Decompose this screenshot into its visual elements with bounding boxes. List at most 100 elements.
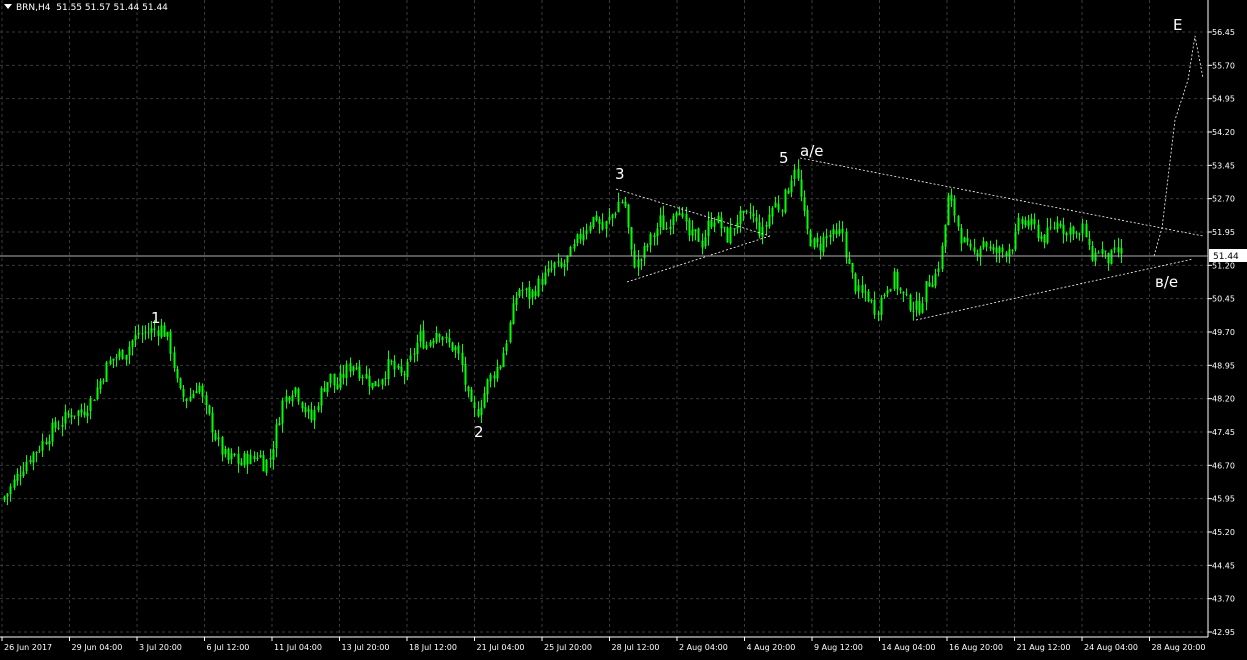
candle-body [1027, 220, 1030, 227]
candle-body [560, 262, 563, 267]
price-chart[interactable]: 51.44 56.45 55.70 54.95 54.20 53.45 52.70 51.9… [0, 0, 1247, 656]
candle-body [67, 413, 70, 415]
candle-body [214, 433, 217, 440]
candle-body [973, 247, 976, 252]
candle-body [80, 409, 83, 413]
candle-body [585, 230, 588, 235]
candle-body [765, 225, 768, 227]
candle-body [201, 385, 204, 397]
candle-body [928, 282, 931, 287]
y-tick-label: 47.45 [1212, 428, 1235, 437]
candle-body [528, 287, 531, 300]
candle-body [1101, 249, 1104, 254]
candle-body [941, 245, 944, 270]
candle-body [531, 290, 534, 298]
candle-body [131, 340, 134, 347]
candle-body [387, 359, 390, 379]
candle-body [384, 378, 387, 380]
candle-body [509, 322, 512, 343]
wave-label-2: 2 [474, 423, 484, 441]
candle-body [89, 398, 92, 412]
candle-body [1014, 231, 1017, 250]
candle-body [496, 367, 499, 379]
candle-body [451, 342, 454, 351]
candle-body [323, 388, 326, 392]
candle-body [566, 255, 569, 263]
candle-body [480, 407, 483, 416]
symbol-info-bar[interactable]: BRN,H4 51.55 51.57 51.44 51.44 [4, 3, 168, 13]
candle-body [275, 424, 278, 449]
candle-body [758, 222, 761, 236]
y-tick-label: 44.45 [1212, 561, 1235, 570]
candle-body [269, 458, 272, 460]
y-tick-label: 52.70 [1212, 195, 1235, 204]
candle-body [614, 213, 617, 216]
candle-body [697, 228, 700, 242]
candle-body [489, 374, 492, 382]
candle-body [685, 213, 688, 222]
candle-body [909, 294, 912, 311]
candle-body [813, 238, 816, 248]
candle-body [342, 374, 345, 378]
candle-body [713, 222, 716, 227]
candle-body [950, 194, 953, 201]
y-tick-label: 56.45 [1212, 28, 1235, 37]
candle-body [633, 250, 636, 268]
candle-body [665, 228, 668, 230]
candle-body [461, 352, 464, 366]
candle-body [934, 273, 937, 286]
candle-body [819, 243, 822, 251]
x-tick-label: 29 Jun 04:00 [72, 643, 123, 652]
candle-body [281, 400, 284, 424]
pattern-lines-layer [615, 35, 1204, 321]
candle-body [115, 357, 118, 359]
candle-body [512, 303, 515, 324]
candle-body [557, 261, 560, 263]
candle-body [835, 230, 838, 235]
candle-body [534, 291, 537, 297]
candle-body [899, 288, 902, 291]
candle-body [160, 325, 163, 338]
candle-body [659, 215, 662, 227]
candle-body [1069, 227, 1072, 235]
candle-body [733, 228, 736, 230]
candle-body [6, 493, 9, 497]
candle-body [486, 379, 489, 395]
candle-body [390, 360, 393, 362]
candle-body [701, 240, 704, 248]
candle-body [70, 415, 73, 418]
wave-label-3: 3 [615, 165, 625, 183]
candle-body [995, 247, 998, 253]
candle-body [781, 210, 784, 212]
candle-body [400, 366, 403, 373]
candle-body [381, 379, 384, 385]
candle-body [99, 380, 102, 390]
candle-body [272, 449, 275, 460]
candle-body [502, 352, 505, 368]
x-tick-label: 9 Aug 12:00 [814, 643, 863, 652]
x-tick-label: 13 Jul 20:00 [342, 643, 390, 652]
candle-body [937, 268, 940, 273]
candle-body [1030, 218, 1033, 225]
candle-body [547, 268, 550, 273]
candle-body [617, 202, 620, 213]
dropdown-triangle-icon[interactable] [4, 4, 12, 9]
y-tick-label: 54.20 [1212, 128, 1235, 137]
candle-body [985, 242, 988, 247]
x-tick-label: 18 Jul 12:00 [409, 643, 457, 652]
candle-body [771, 207, 774, 217]
candle-body [179, 378, 182, 389]
candle-body [38, 450, 41, 452]
wave-label-5: 5 [779, 149, 789, 167]
candle-body [1081, 223, 1084, 234]
candle-body [969, 243, 972, 248]
candle-body [915, 300, 918, 310]
candle-body [425, 345, 428, 349]
candle-body [838, 229, 841, 234]
candle-body [240, 462, 243, 465]
chart-canvas[interactable]: 51.44 56.45 55.70 54.95 54.20 53.45 52.70 51.9… [0, 0, 1247, 656]
candle-body [41, 440, 44, 451]
candle-body [406, 361, 409, 377]
x-tick-label: 3 Jul 20:00 [139, 643, 182, 652]
x-tick-label: 14 Aug 04:00 [882, 643, 936, 652]
